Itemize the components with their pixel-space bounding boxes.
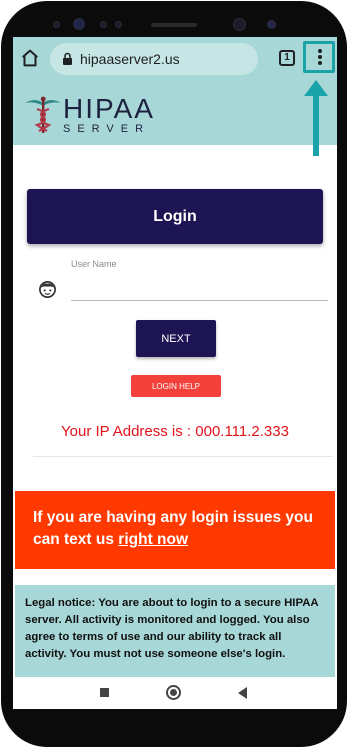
screen: hipaaserver2.us 1 HIPAA SERVER Login Use… (13, 37, 337, 709)
login-title: Login (27, 189, 323, 244)
sensor-dot (115, 21, 122, 28)
arrow-shaft (313, 94, 319, 156)
login-issues-banner: If you are having any login issues you c… (15, 491, 335, 569)
next-button[interactable]: NEXT (136, 320, 216, 357)
logo-wordmark: HIPAA (63, 93, 155, 124)
legal-notice: Legal notice: You are about to login to … (15, 585, 335, 677)
back-icon[interactable] (238, 687, 247, 699)
front-camera (233, 18, 246, 31)
camera-lens (267, 20, 276, 29)
address-bar[interactable]: hipaaserver2.us (50, 43, 258, 75)
lock-icon (63, 52, 72, 65)
right-now-link[interactable]: right now (118, 531, 188, 548)
sensor-dot (100, 21, 107, 28)
tabs-icon[interactable]: 1 (279, 50, 295, 66)
recents-icon[interactable] (100, 688, 109, 697)
logo-tagline: SERVER (63, 123, 151, 135)
android-nav-bar (13, 677, 337, 709)
browser-toolbar: hipaaserver2.us 1 (13, 37, 337, 83)
user-name-label: User Name (71, 259, 117, 269)
camera-lens (73, 18, 85, 30)
site-header: HIPAA SERVER (13, 83, 337, 145)
phone-frame: hipaaserver2.us 1 HIPAA SERVER Login Use… (1, 1, 347, 747)
caduceus-logo-icon (25, 96, 61, 133)
ip-address-text: Your IP Address is : 000.111.2.333 (61, 423, 289, 440)
user-name-input[interactable] (71, 277, 328, 301)
home-circle-icon[interactable] (166, 685, 181, 700)
phone-top-bar (1, 1, 347, 37)
menu-icon[interactable] (303, 41, 335, 73)
divider (33, 456, 333, 457)
camera-lens (53, 21, 60, 28)
earpiece-speaker (151, 23, 197, 27)
user-face-icon (39, 281, 56, 298)
home-icon[interactable] (19, 47, 41, 69)
login-help-button[interactable]: LOGIN HELP (131, 375, 221, 397)
url-text: hipaaserver2.us (80, 51, 180, 67)
